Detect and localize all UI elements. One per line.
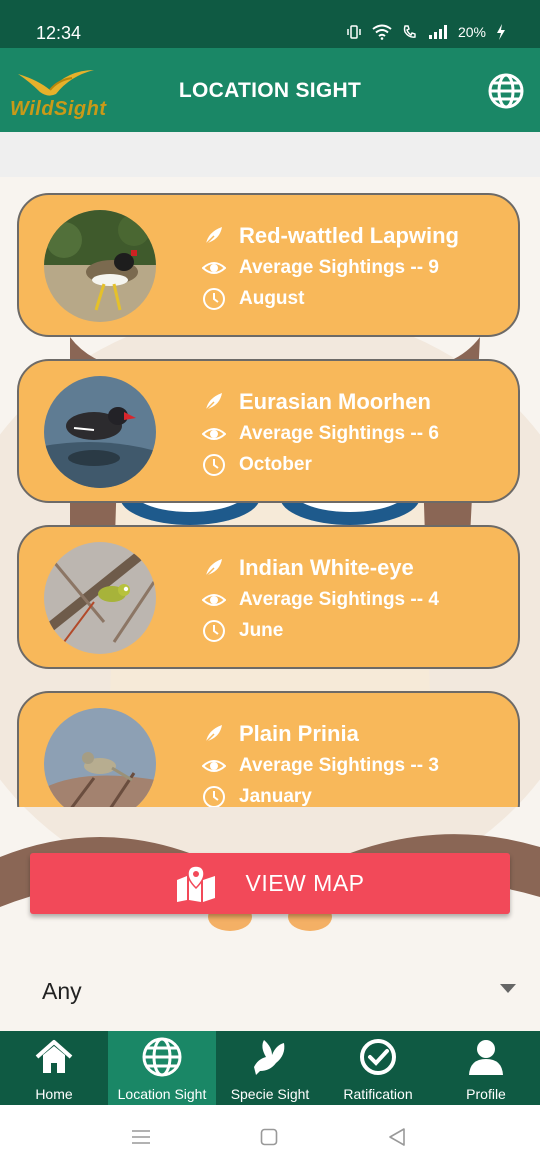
sightings-row: Average Sightings -- 9 bbox=[202, 256, 439, 280]
peak-month: June bbox=[239, 620, 284, 641]
wifi-icon bbox=[372, 24, 392, 40]
vibrate-icon bbox=[347, 25, 361, 39]
month-row: January bbox=[202, 785, 312, 807]
bird-name: Red-wattled Lapwing bbox=[239, 223, 459, 248]
charging-icon bbox=[497, 24, 505, 40]
bird-name: Indian White-eye bbox=[239, 555, 414, 580]
status-icons: 20% bbox=[346, 24, 506, 40]
status-time: 12:34 bbox=[36, 23, 82, 43]
nav-label: Home bbox=[35, 1086, 73, 1102]
filter-dropdown[interactable]: Any bbox=[0, 962, 540, 1018]
eye-icon bbox=[202, 262, 226, 274]
month-row: August bbox=[202, 287, 304, 311]
status-bar: 12:34 20% bbox=[0, 0, 540, 48]
bird-card[interactable]: Indian White-eye Average Sightings -- 4 … bbox=[17, 525, 520, 669]
app-bar: WildSight LOCATION SIGHT bbox=[0, 48, 540, 132]
nav-home[interactable]: Home bbox=[0, 1031, 108, 1105]
bird-list[interactable]: Red-wattled Lapwing Average Sightings --… bbox=[0, 177, 540, 807]
feather-icon bbox=[204, 227, 222, 246]
bird-card[interactable]: Eurasian Moorhen Average Sightings -- 6 … bbox=[17, 359, 520, 503]
sightings-row: Average Sightings -- 6 bbox=[202, 422, 439, 446]
bird-name-row: Red-wattled Lapwing bbox=[202, 223, 459, 249]
view-map-button[interactable]: VIEW MAP bbox=[30, 853, 510, 914]
nav-label: Profile bbox=[466, 1086, 506, 1102]
bird-card[interactable]: Red-wattled Lapwing Average Sightings --… bbox=[17, 193, 520, 337]
clock-icon bbox=[203, 288, 225, 310]
system-navigation-bar bbox=[0, 1105, 540, 1170]
clock-icon bbox=[203, 620, 225, 642]
bird-photo bbox=[44, 542, 156, 654]
nav-label: Specie Sight bbox=[230, 1086, 310, 1102]
page-title: LOCATION SIGHT bbox=[178, 79, 362, 102]
feather-icon bbox=[204, 393, 222, 412]
average-sightings: Average Sightings -- 9 bbox=[239, 257, 439, 278]
bird-name-row: Plain Prinia bbox=[202, 721, 359, 747]
bird-name-row: Indian White-eye bbox=[202, 555, 414, 581]
peak-month: August bbox=[239, 288, 305, 309]
bird-name-row: Eurasian Moorhen bbox=[202, 389, 431, 415]
bird-photo bbox=[44, 210, 156, 322]
bird-card[interactable]: Plain Prinia Average Sightings -- 3 Janu… bbox=[17, 691, 520, 807]
feather-icon bbox=[204, 559, 222, 578]
average-sightings: Average Sightings -- 3 bbox=[239, 755, 439, 776]
menu-icon[interactable] bbox=[131, 1129, 151, 1145]
nav-specie-sight[interactable]: Specie Sight bbox=[216, 1031, 324, 1105]
nav-label: Ratification bbox=[343, 1086, 413, 1102]
battery-level: 20% bbox=[457, 24, 486, 40]
clock-icon bbox=[203, 454, 225, 476]
globe-icon[interactable] bbox=[488, 73, 524, 109]
filter-selected-value: Any bbox=[42, 978, 82, 1004]
nav-profile[interactable]: Profile bbox=[432, 1031, 540, 1105]
average-sightings: Average Sightings -- 6 bbox=[239, 423, 439, 444]
wifi-call-icon bbox=[403, 25, 416, 38]
eye-icon bbox=[202, 760, 226, 772]
bird-name: Plain Prinia bbox=[239, 721, 359, 746]
home-square-icon[interactable] bbox=[260, 1128, 278, 1146]
bird-name: Eurasian Moorhen bbox=[239, 389, 431, 414]
sightings-row: Average Sightings -- 4 bbox=[202, 588, 439, 612]
bird-photo bbox=[44, 376, 156, 488]
dropdown-arrow-icon bbox=[500, 984, 516, 993]
globe-icon bbox=[142, 1037, 182, 1077]
header-spacer bbox=[0, 132, 540, 177]
month-row: June bbox=[202, 619, 283, 643]
bird-photo bbox=[44, 708, 156, 807]
bottom-navigation: Home Location Sight Specie Sight Ratific… bbox=[0, 1031, 540, 1105]
user-icon bbox=[469, 1040, 503, 1075]
dove-icon bbox=[254, 1040, 285, 1075]
month-row: October bbox=[202, 453, 312, 477]
nav-ratification[interactable]: Ratification bbox=[324, 1031, 432, 1105]
map-pin-icon bbox=[177, 865, 216, 902]
sightings-row: Average Sightings -- 3 bbox=[202, 754, 439, 778]
view-map-label: VIEW MAP bbox=[245, 870, 365, 896]
nav-location-sight[interactable]: Location Sight bbox=[108, 1031, 216, 1105]
feather-icon bbox=[204, 725, 222, 744]
peak-month: October bbox=[239, 454, 312, 475]
nav-label: Location Sight bbox=[117, 1086, 207, 1102]
average-sightings: Average Sightings -- 4 bbox=[239, 589, 439, 610]
signal-icon bbox=[428, 25, 447, 39]
eye-icon bbox=[202, 594, 226, 606]
back-icon[interactable] bbox=[388, 1127, 406, 1147]
clock-icon bbox=[203, 786, 225, 807]
home-icon bbox=[35, 1040, 73, 1073]
eye-icon bbox=[202, 428, 226, 440]
check-circle-icon bbox=[360, 1039, 396, 1075]
peak-month: January bbox=[239, 786, 312, 807]
